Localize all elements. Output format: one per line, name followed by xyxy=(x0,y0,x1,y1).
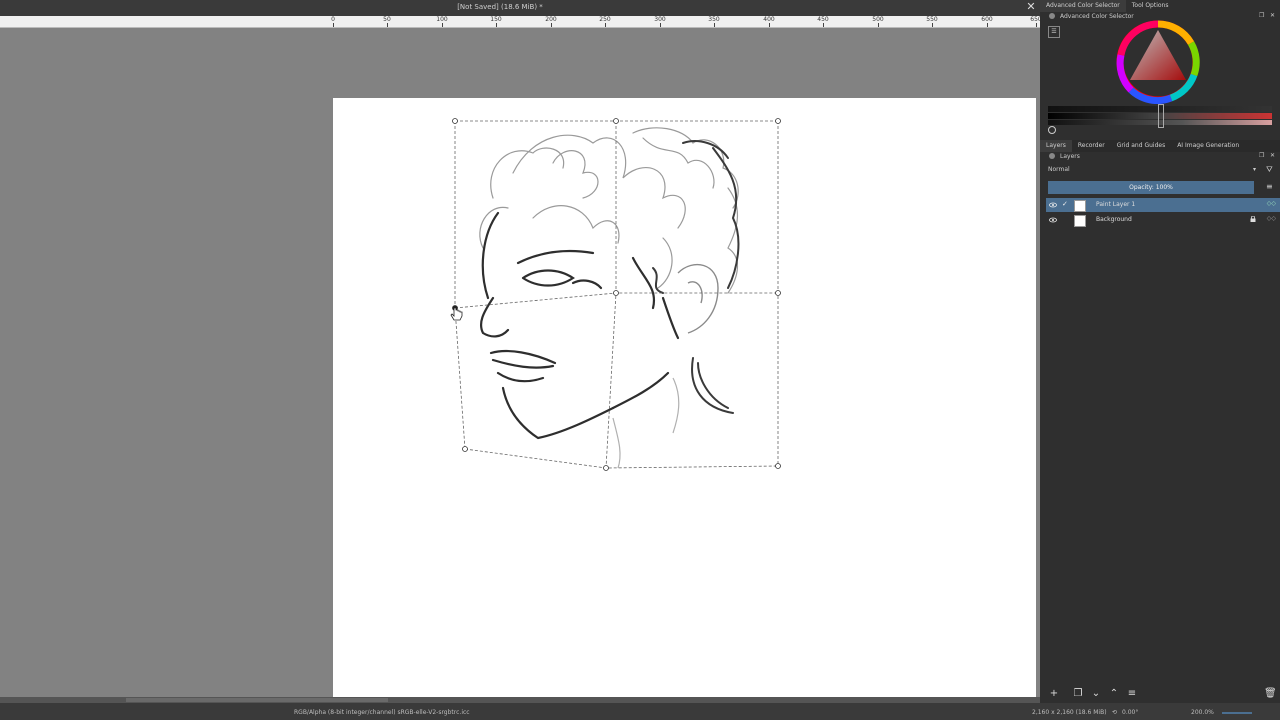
blend-mode-value: Normal xyxy=(1048,166,1070,173)
horizontal-ruler: 0 50 100 150 200 250 300 350 400 450 500… xyxy=(0,16,1042,28)
mesh-handle[interactable] xyxy=(462,446,468,452)
layer-row-background[interactable]: Background ◇◇ xyxy=(1046,213,1280,227)
move-up-icon[interactable]: ⌃ xyxy=(1108,688,1120,700)
layer-properties-icon[interactable]: ◇◇ xyxy=(1267,200,1276,207)
hair-dark-strokes xyxy=(652,140,740,414)
float-panel-icon[interactable]: ❐ xyxy=(1259,152,1264,159)
layer-row-paint-layer-1[interactable]: ✓ Paint Layer 1 ◇◇ xyxy=(1046,198,1280,212)
scrollbar-thumb[interactable] xyxy=(126,698,388,702)
close-panel-icon[interactable]: ✕ xyxy=(1270,152,1275,159)
hand-cursor-icon xyxy=(450,307,463,321)
filter-icon[interactable]: ⛛ xyxy=(1266,165,1273,175)
history-icon[interactable] xyxy=(1048,126,1056,134)
layer-name[interactable]: Paint Layer 1 xyxy=(1096,201,1135,208)
blend-mode-select[interactable]: Normal ▾ xyxy=(1048,166,1258,175)
delete-layer-icon[interactable]: 🗑 xyxy=(1264,688,1277,700)
mesh-handle[interactable] xyxy=(775,463,781,469)
rotation-icon[interactable]: ⟲ xyxy=(1112,709,1117,716)
tab-recorder[interactable]: Recorder xyxy=(1072,140,1111,152)
image-size-text: 2,160 x 2,160 (18.6 MiB) xyxy=(1032,709,1107,716)
top-tab-bar: Advanced Color Selector Tool Options xyxy=(1040,0,1280,12)
tab-advanced-color-selector[interactable]: Advanced Color Selector xyxy=(1040,0,1126,12)
tab-grid-and-guides[interactable]: Grid and Guides xyxy=(1111,140,1171,152)
mesh-handle[interactable] xyxy=(613,290,619,296)
duplicate-layer-icon[interactable]: ❐ xyxy=(1072,688,1084,700)
chevron-down-icon: ▾ xyxy=(1252,166,1256,173)
color-profile-text: RGB/Alpha (8-bit integer/channel) sRGB-e… xyxy=(294,709,470,716)
status-bar-right: 2,160 x 2,160 (18.6 MiB) ⟲ 0.00° 200.0% xyxy=(1032,703,1280,720)
face-sketch xyxy=(479,211,680,440)
document-title: [Not Saved] (18.6 MiB) * xyxy=(457,3,543,11)
mesh-handles[interactable] xyxy=(452,118,781,471)
lock-icon[interactable] xyxy=(1250,216,1256,222)
layers-tab-bar: Layers Recorder Grid and Guides AI Image Ge… xyxy=(1040,140,1280,152)
sketch-canvas[interactable] xyxy=(333,98,1036,698)
eye-icon[interactable] xyxy=(1049,216,1057,224)
rotation-value[interactable]: 0.00° xyxy=(1122,709,1138,716)
check-icon[interactable]: ✓ xyxy=(1062,200,1068,208)
layer-properties-icon[interactable]: ◇◇ xyxy=(1267,215,1276,222)
mesh-handle[interactable] xyxy=(603,465,609,471)
layer-thumbnail xyxy=(1074,200,1086,212)
opacity-slider[interactable]: Opacity: 100% xyxy=(1048,181,1254,194)
eye-icon[interactable] xyxy=(1049,201,1057,209)
zoom-slider[interactable] xyxy=(1222,712,1252,714)
mesh-handle[interactable] xyxy=(775,290,781,296)
layers-header: Layers ❐ ✕ xyxy=(1040,152,1280,162)
document-title-bar: [Not Saved] (18.6 MiB) * ✕ xyxy=(0,0,1040,16)
color-settings-icon[interactable]: ☰ xyxy=(1048,26,1060,38)
close-icon[interactable]: ✕ xyxy=(1025,1,1037,13)
shade-marker[interactable] xyxy=(1158,104,1164,128)
layers-toolbar: + ❐ ⌄ ⌃ ≡ 🗑 xyxy=(1040,686,1280,704)
status-bar: RGB/Alpha (8-bit integer/channel) sRGB-e… xyxy=(0,703,1040,720)
mesh-handle[interactable] xyxy=(775,118,781,124)
layer-properties-menu-icon[interactable]: ≡ xyxy=(1126,688,1138,700)
ear-sketch xyxy=(677,263,719,334)
add-layer-icon[interactable]: + xyxy=(1048,688,1060,700)
layer-menu-icon[interactable]: ≡ xyxy=(1266,182,1273,191)
panel-icon xyxy=(1049,153,1055,159)
panel-icon xyxy=(1049,13,1055,19)
color-selector-title: Advanced Color Selector xyxy=(1060,13,1134,20)
zoom-value[interactable]: 200.0% xyxy=(1191,709,1214,716)
tab-ai-image-generation[interactable]: AI Image Generation xyxy=(1171,140,1245,152)
mesh-handle[interactable] xyxy=(452,118,458,124)
hair-sketch xyxy=(479,127,739,294)
right-dock: Advanced Color Selector Tool Options Adva… xyxy=(1040,0,1280,720)
tab-tool-options[interactable]: Tool Options xyxy=(1126,0,1175,12)
move-down-icon[interactable]: ⌄ xyxy=(1090,688,1102,700)
color-wheel[interactable] xyxy=(1116,20,1200,104)
float-panel-icon[interactable]: ❐ xyxy=(1259,12,1264,19)
layer-thumbnail xyxy=(1074,215,1086,227)
mesh-handle[interactable] xyxy=(613,118,619,124)
tab-layers[interactable]: Layers xyxy=(1040,140,1072,152)
layer-name[interactable]: Background xyxy=(1096,216,1132,223)
layers-title: Layers xyxy=(1060,153,1080,160)
close-panel-icon[interactable]: ✕ xyxy=(1270,12,1275,19)
